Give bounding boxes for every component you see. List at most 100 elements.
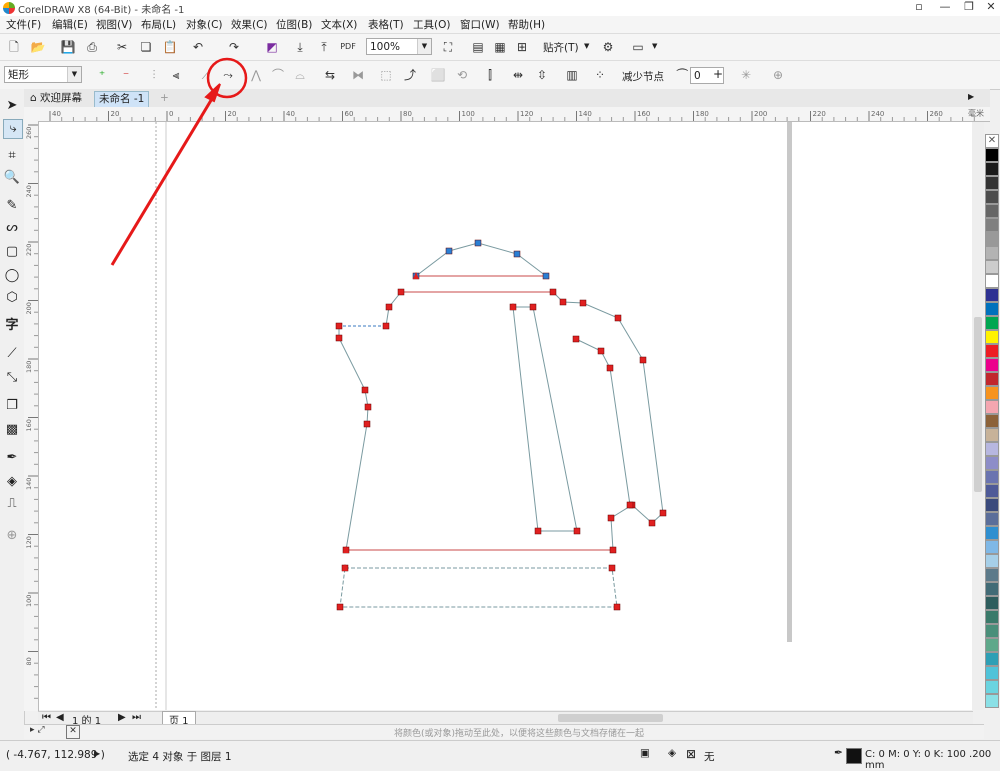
color-swatch[interactable] — [985, 610, 999, 624]
snap-to-dropdown[interactable]: 贴齐(T) — [543, 40, 579, 55]
curve-path[interactable] — [512, 306, 578, 532]
path-node[interactable] — [335, 334, 343, 342]
freehand-tool-icon[interactable]: ✎ — [3, 197, 21, 215]
new-document-icon[interactable]: 🗋 — [4, 37, 24, 57]
path-node[interactable] — [335, 322, 343, 330]
application-launcher-icon[interactable]: ▭ — [628, 37, 648, 57]
smooth-node-icon[interactable]: ⌒ — [268, 65, 288, 85]
color-swatch[interactable] — [985, 358, 999, 372]
menu-tools[interactable]: 工具(O) — [413, 17, 450, 32]
snap-chevron-icon[interactable]: ▼ — [584, 42, 589, 50]
color-swatch[interactable] — [985, 148, 999, 162]
interactive-fill-icon[interactable]: ◈ — [3, 473, 21, 491]
color-swatch[interactable] — [985, 176, 999, 190]
rectangle-tool-icon[interactable]: ▢ — [3, 243, 21, 261]
menu-text[interactable]: 文本(X) — [321, 17, 357, 32]
menu-object[interactable]: 对象(C) — [186, 17, 223, 32]
rotate-nodes-icon[interactable]: ⟲ — [452, 65, 472, 85]
zoom-tool-icon[interactable]: 🔍 — [3, 169, 21, 187]
vertical-ruler[interactable]: 260 240 220 200 180 160 140 120 100 80 — [24, 121, 39, 711]
curve-path[interactable] — [415, 242, 547, 277]
mirror-vertical-icon[interactable]: ⇳ — [532, 65, 552, 85]
curve-path[interactable] — [575, 338, 631, 506]
tab-scroll-icon[interactable]: ▶ — [968, 92, 974, 101]
tab-document[interactable]: 未命名 -1 — [94, 91, 150, 108]
add-node-icon[interactable]: ⁺ — [92, 65, 112, 85]
full-screen-icon[interactable]: ⛶ — [438, 37, 458, 57]
minimize-button[interactable]: — — [932, 0, 958, 16]
add-tool-icon[interactable]: ⊕ — [3, 527, 21, 545]
path-node[interactable] — [606, 364, 614, 372]
color-swatch[interactable] — [985, 260, 999, 274]
smart-fill-icon[interactable]: ⎍ — [3, 495, 21, 513]
color-swatch[interactable] — [985, 638, 999, 652]
no-color-swatch-icon[interactable]: ✕ — [985, 134, 999, 148]
menu-effects[interactable]: 效果(C) — [231, 17, 268, 32]
path-node[interactable] — [474, 239, 482, 247]
options-gear-icon[interactable]: ⚙ — [598, 37, 618, 57]
color-swatch[interactable] — [985, 400, 999, 414]
zoom-level-combo[interactable]: 100% ▼ — [366, 38, 432, 55]
vertical-scrollbar[interactable] — [972, 122, 984, 710]
path-node[interactable] — [336, 603, 344, 611]
path-node[interactable] — [579, 299, 587, 307]
path-node[interactable] — [609, 546, 617, 554]
path-node[interactable] — [397, 288, 405, 296]
to-line-icon[interactable]: ⟋ — [196, 65, 216, 85]
path-node[interactable] — [361, 386, 369, 394]
color-proofing-icon[interactable]: ▣ — [640, 747, 650, 759]
color-swatch[interactable] — [985, 498, 999, 512]
path-node[interactable] — [513, 250, 521, 258]
extend-curve-icon[interactable]: ⧓ — [348, 65, 368, 85]
transparency-tool-icon[interactable]: ▩ — [3, 421, 21, 439]
align-nodes-icon[interactable]: ⫿ — [480, 65, 500, 85]
color-swatch[interactable] — [985, 246, 999, 260]
ellipse-tool-icon[interactable]: ◯ — [3, 267, 21, 285]
path-node[interactable] — [559, 298, 567, 306]
elastic-mode-icon[interactable]: ▥ — [562, 65, 582, 85]
color-swatch[interactable] — [985, 540, 999, 554]
path-node[interactable] — [597, 347, 605, 355]
menu-view[interactable]: 视图(V) — [96, 17, 132, 32]
color-swatch[interactable] — [985, 582, 999, 596]
reverse-direction-icon[interactable]: ⇆ — [320, 65, 340, 85]
color-eyedropper-icon[interactable]: ✒ — [3, 449, 21, 467]
color-swatch[interactable] — [985, 470, 999, 484]
mirror-horizontal-icon[interactable]: ⇹ — [508, 65, 528, 85]
join-nodes-icon[interactable]: ⫶ — [144, 65, 164, 85]
path-node[interactable] — [549, 288, 557, 296]
path-node[interactable] — [529, 303, 537, 311]
color-swatch[interactable] — [985, 428, 999, 442]
smoothness-slider-icon[interactable]: + — [712, 67, 724, 82]
parallel-dimension-icon[interactable]: ⟋ — [3, 345, 21, 363]
select-all-nodes-icon[interactable]: ⁘ — [590, 65, 610, 85]
color-swatch[interactable] — [985, 232, 999, 246]
prev-page-icon[interactable]: ◀ — [56, 712, 64, 723]
show-rulers-icon[interactable]: ▤ — [468, 37, 488, 57]
color-swatch[interactable] — [985, 204, 999, 218]
color-swatch[interactable] — [985, 456, 999, 470]
menu-edit[interactable]: 编辑(E) — [52, 17, 88, 32]
save-icon[interactable]: 💾 — [58, 37, 78, 57]
color-swatch[interactable] — [985, 526, 999, 540]
drawing-canvas[interactable] — [39, 122, 972, 710]
path-node[interactable] — [385, 303, 393, 311]
path-node[interactable] — [614, 314, 622, 322]
last-page-icon[interactable]: ⏭ — [132, 712, 141, 723]
delete-node-icon[interactable]: ⁻ — [116, 65, 136, 85]
publish-pdf-icon[interactable]: PDF — [338, 37, 358, 57]
undo-icon[interactable]: ↶ — [188, 37, 208, 57]
redo-icon[interactable]: ↷ — [224, 37, 244, 57]
break-curve-icon[interactable]: ⫷ — [166, 65, 186, 85]
node-options-icon[interactable]: ✳ — [736, 65, 756, 85]
status-expand-icon[interactable]: ▶ — [94, 749, 100, 758]
artistic-media-icon[interactable]: ᔕ — [3, 219, 21, 237]
document-palette-tools-icon[interactable]: ▸ ⤢ — [30, 725, 45, 735]
menu-layout[interactable]: 布局(L) — [141, 17, 176, 32]
color-swatch[interactable] — [985, 372, 999, 386]
new-tab-icon[interactable]: + — [156, 91, 173, 106]
tab-welcome[interactable]: ⌂ 欢迎屏幕 — [26, 91, 87, 106]
drop-shadow-icon[interactable]: ❐ — [3, 397, 21, 415]
help-window-icon[interactable]: ▫ — [906, 0, 932, 16]
symmetrical-node-icon[interactable]: ⌓ — [290, 65, 310, 85]
